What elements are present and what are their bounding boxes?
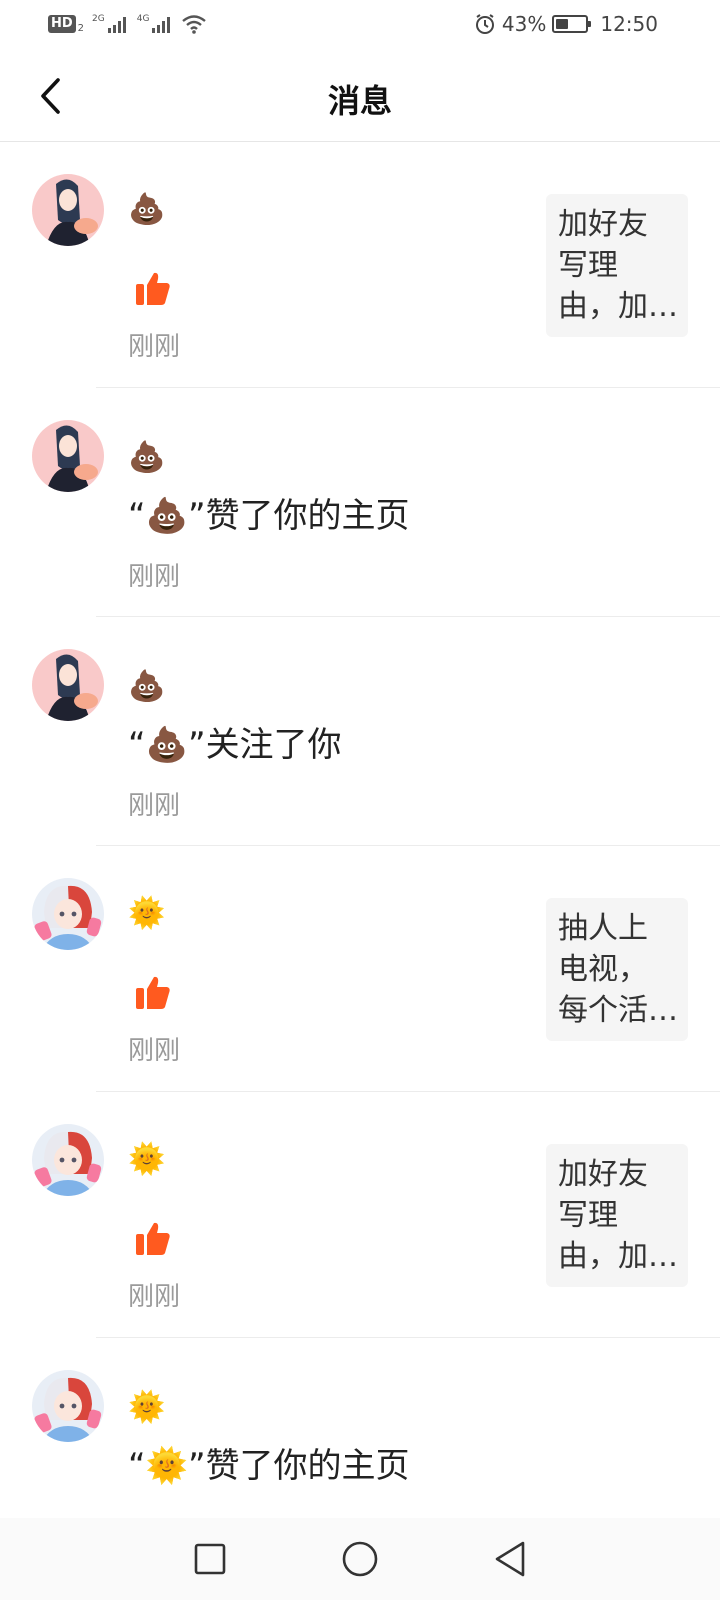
notification-text: “💩”赞了你的主页 — [128, 496, 410, 536]
user-name[interactable]: 💩 — [128, 438, 165, 478]
content-preview[interactable]: 加好友 写理 由，加… — [546, 194, 688, 337]
avatar-boy-redwhite-image — [32, 1124, 104, 1196]
avatar-girl-pink-image — [32, 649, 104, 721]
user-name[interactable]: 🌞 — [128, 894, 165, 934]
wifi-icon — [182, 15, 207, 34]
user-name[interactable]: 🌞 — [128, 1140, 165, 1180]
clock: 12:50 — [600, 12, 658, 36]
circle-icon — [342, 1541, 378, 1577]
status-right: 43% 12:50 — [474, 12, 658, 36]
timestamp: 刚刚 — [128, 1282, 181, 1312]
triangle-back-icon — [495, 1541, 525, 1577]
alarm-icon — [475, 14, 494, 34]
timestamp: 刚刚 — [128, 791, 181, 821]
notification-item[interactable]: 🌞 刚刚 抽人上 电视， 每个活… — [32, 846, 720, 1092]
avatar[interactable] — [32, 878, 104, 950]
user-name[interactable]: 💩 — [128, 190, 165, 230]
user-name[interactable]: 🌞 — [128, 1388, 165, 1428]
recent-apps-button[interactable] — [186, 1535, 234, 1583]
status-left: HD 2 2G 4G — [48, 12, 207, 36]
preview-line: 写理 — [558, 248, 618, 283]
preview-line: 加好友 — [558, 1157, 648, 1192]
preview-line: 写理 — [558, 1198, 618, 1233]
avatar-girl-pink-image — [32, 420, 104, 492]
square-icon — [194, 1543, 226, 1575]
notification-text: “💩”关注了你 — [128, 725, 342, 765]
avatar[interactable] — [32, 1124, 104, 1196]
notification-item[interactable]: 💩 “💩”赞了你的主页 刚刚 — [32, 388, 720, 617]
header: 消息 — [0, 50, 720, 142]
avatar-girl-pink-image — [32, 174, 104, 246]
avatar-boy-redwhite-image — [32, 878, 104, 950]
content-preview[interactable]: 加好友 写理 由，加… — [546, 1144, 688, 1287]
hd-sub: 2 — [77, 22, 85, 34]
home-button[interactable] — [336, 1535, 384, 1583]
avatar[interactable] — [32, 649, 104, 721]
notification-item[interactable]: 💩 刚刚 加好友 写理 由，加… — [32, 142, 720, 388]
notification-list: 💩 刚刚 加好友 写理 由，加… 💩 “💩”赞了你的主页 刚刚 💩 “💩”关注了… — [0, 142, 720, 1567]
signal-icon — [107, 17, 126, 33]
user-name[interactable]: 💩 — [128, 667, 165, 707]
notification-item[interactable]: 💩 “💩”关注了你 刚刚 — [32, 617, 720, 846]
hd-badge: HD — [48, 15, 76, 33]
content-preview[interactable]: 抽人上 电视， 每个活… — [546, 898, 688, 1041]
page-title: 消息 — [327, 82, 392, 120]
avatar[interactable] — [32, 420, 104, 492]
battery-percent: 43% — [501, 12, 547, 36]
preview-line: 每个活… — [558, 993, 676, 1028]
thumbs-up-icon — [136, 272, 170, 305]
timestamp: 刚刚 — [128, 332, 181, 362]
thumbs-up-icon — [136, 1222, 170, 1255]
notification-item[interactable]: 🌞 刚刚 加好友 写理 由，加… — [32, 1092, 720, 1338]
avatar[interactable] — [32, 1370, 104, 1442]
notification-text: “🌞”赞了你的主页 — [128, 1446, 410, 1486]
preview-line: 电视， — [558, 952, 648, 987]
system-back-button[interactable] — [486, 1535, 534, 1583]
preview-line: 抽人上 — [558, 911, 648, 946]
status-bar: HD 2 2G 4G 43% 12:50 — [0, 0, 720, 50]
timestamp: 刚刚 — [128, 1036, 181, 1066]
system-nav-bar — [0, 1518, 720, 1600]
battery-level — [556, 19, 569, 29]
signal-icon — [152, 17, 171, 33]
avatar-boy-redwhite-image — [32, 1370, 104, 1442]
network-label-2g: 2G — [92, 14, 105, 24]
preview-line: 由，加… — [558, 1239, 676, 1274]
preview-line: 由，加… — [558, 289, 676, 324]
network-label-4g: 4G — [136, 14, 150, 24]
timestamp: 刚刚 — [128, 562, 181, 592]
preview-line: 加好友 — [558, 207, 648, 242]
battery-icon — [552, 15, 592, 33]
thumbs-up-icon — [136, 976, 170, 1009]
avatar[interactable] — [32, 174, 104, 246]
